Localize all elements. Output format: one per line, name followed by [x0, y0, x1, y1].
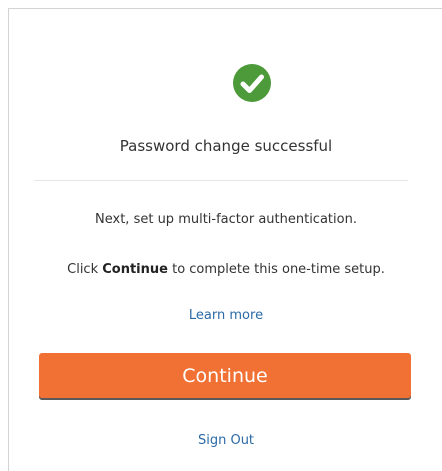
- status-title: Password change successful: [119, 137, 333, 155]
- sign-out-link[interactable]: Sign Out: [9, 432, 442, 450]
- learn-more-link[interactable]: Learn more: [9, 307, 442, 325]
- divider: [34, 180, 408, 181]
- instruction-continue-emphasis: Continue: [102, 262, 168, 277]
- next-step-text: Next, set up multi-factor authentication…: [95, 212, 357, 227]
- instruction-suffix: to complete this one-time setup.: [167, 262, 385, 277]
- check-circle-icon: [233, 64, 271, 102]
- continue-button[interactable]: Continue: [39, 353, 411, 398]
- mfa-setup-card: Password change successful Next, set up …: [8, 8, 442, 471]
- instruction-text: Click Continue to complete this one-time…: [9, 261, 442, 279]
- instruction-prefix: Click: [67, 262, 103, 277]
